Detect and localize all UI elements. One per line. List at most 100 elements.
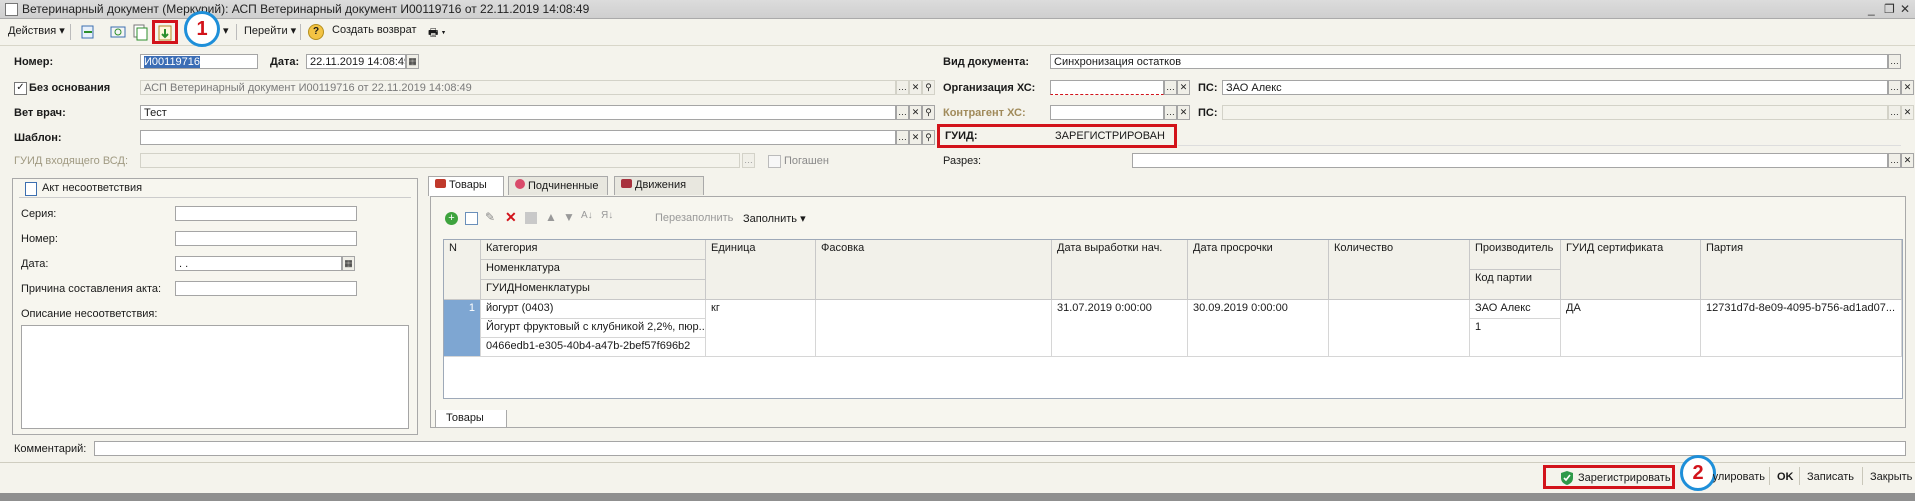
vet-search-icon[interactable]: ⚲: [922, 105, 935, 120]
table-cell-producer[interactable]: ЗАО Алекс: [1470, 300, 1561, 319]
refill-button[interactable]: Перезаполнить: [655, 212, 733, 224]
ps2-clear-icon[interactable]: ✕: [1901, 105, 1914, 120]
vet-label: Вет врач:: [14, 107, 66, 119]
table-cell-guid-nomenclature[interactable]: 0466edb1-e305-40b4-a47b-2bef57f696b2: [481, 338, 706, 357]
table-cell-qty[interactable]: [1329, 300, 1470, 357]
ps-clear-icon[interactable]: ✕: [1901, 80, 1914, 95]
doc-kind-field[interactable]: Синхронизация остатков: [1050, 54, 1888, 69]
table-cell-unit[interactable]: кг: [706, 300, 816, 357]
ps2-select-button[interactable]: …: [1888, 105, 1901, 120]
table-cell-packing[interactable]: [816, 300, 1052, 357]
table-cell-batch[interactable]: 12731d7d-8e09-4095-b756-ad1ad07...: [1701, 300, 1902, 357]
template-select-button[interactable]: …: [896, 130, 909, 145]
toolbar-dropdown-arrow[interactable]: ▾: [223, 24, 229, 37]
col-header-producer[interactable]: Производитель: [1470, 240, 1561, 270]
tab-subordinate[interactable]: Подчиненные: [508, 176, 608, 195]
act-date-field[interactable]: . .: [175, 256, 342, 271]
table-row-number[interactable]: 1: [444, 300, 481, 357]
guid-field-rest: [1178, 128, 1901, 146]
table-cell-category[interactable]: йогурт (0403): [481, 300, 706, 319]
cancel-button[interactable]: Аннулировать: [1713, 471, 1765, 483]
cut-clear-icon[interactable]: ✕: [1901, 153, 1914, 168]
col-header-packing[interactable]: Фасовка: [816, 240, 1052, 300]
copy-icon[interactable]: [130, 22, 150, 42]
goto-menu[interactable]: Перейти ▾: [244, 24, 296, 37]
date-field[interactable]: 22.11.2019 14:08:49: [306, 54, 406, 69]
move-down-icon[interactable]: ▼: [563, 210, 575, 224]
comment-field[interactable]: [94, 441, 1906, 456]
copy-row-icon[interactable]: [465, 212, 478, 225]
counterparty-field[interactable]: [1050, 105, 1164, 120]
table-cell-cert-guid[interactable]: ДА: [1561, 300, 1701, 357]
template-clear-icon[interactable]: ✕: [909, 130, 922, 145]
org-clear-icon[interactable]: ✕: [1177, 80, 1190, 95]
sort-asc-icon[interactable]: A↓: [581, 210, 593, 221]
save-button[interactable]: Записать: [1807, 471, 1854, 483]
add-row-icon[interactable]: +: [445, 212, 458, 225]
basis-clear-icon[interactable]: ✕: [909, 80, 922, 95]
calendar-icon[interactable]: ▦: [406, 54, 419, 69]
save-row-icon[interactable]: [525, 212, 537, 224]
vet-field[interactable]: Тест: [140, 105, 896, 120]
col-header-qty[interactable]: Количество: [1329, 240, 1470, 300]
edit-row-icon[interactable]: ✎: [485, 210, 495, 224]
move-up-icon[interactable]: ▲: [545, 210, 557, 224]
restore-icon[interactable]: ❐: [1884, 2, 1895, 16]
act-description-field[interactable]: [21, 325, 409, 429]
tab-goods[interactable]: Товары: [428, 176, 504, 196]
print-icon[interactable]: 🖶 ▾: [428, 24, 446, 43]
col-header-cert-guid[interactable]: ГУИД сертификата: [1561, 240, 1701, 300]
col-header-exp-date[interactable]: Дата просрочки: [1188, 240, 1329, 300]
template-field[interactable]: [140, 130, 896, 145]
act-reason-field[interactable]: [175, 281, 357, 296]
act-number-field[interactable]: [175, 231, 357, 246]
act-series-field[interactable]: [175, 206, 357, 221]
close-window-icon[interactable]: ✕: [1900, 2, 1910, 16]
actions-menu[interactable]: Действия ▾: [8, 24, 65, 37]
table-cell-nomenclature[interactable]: Йогурт фруктовый с клубникой 2,2%, пюр..…: [481, 319, 706, 338]
col-header-unit[interactable]: Единица: [706, 240, 816, 300]
guid-value: ЗАРЕГИСТРИРОВАН: [1055, 130, 1165, 142]
bottom-tab-goods[interactable]: Товары: [435, 410, 507, 428]
vet-select-button[interactable]: …: [896, 105, 909, 120]
sort-desc-icon[interactable]: Я↓: [601, 210, 613, 221]
vet-clear-icon[interactable]: ✕: [909, 105, 922, 120]
print-preview-icon[interactable]: [108, 22, 128, 42]
col-header-prod-date[interactable]: Дата выработки нач.: [1052, 240, 1188, 300]
col-header-nomenclature[interactable]: Номенклатура: [481, 260, 706, 280]
org-field[interactable]: [1050, 80, 1164, 95]
number-field[interactable]: И00119716: [140, 54, 258, 69]
basis-select-button[interactable]: …: [896, 80, 909, 95]
ok-button[interactable]: OK: [1777, 471, 1794, 483]
ps-select-button[interactable]: …: [1888, 80, 1901, 95]
counterparty-clear-icon[interactable]: ✕: [1177, 105, 1190, 120]
register-button[interactable]: Зарегистрировать: [1543, 465, 1675, 489]
cut-select-button[interactable]: …: [1888, 153, 1901, 168]
help-icon[interactable]: ?: [308, 24, 324, 40]
col-header-batch[interactable]: Партия: [1701, 240, 1902, 300]
close-button[interactable]: Закрыть: [1870, 471, 1915, 483]
ps-field[interactable]: ЗАО Алекс: [1222, 80, 1888, 95]
template-search-icon[interactable]: ⚲: [922, 130, 935, 145]
table-cell-batch-code[interactable]: 1: [1470, 319, 1561, 357]
counterparty-select-button[interactable]: …: [1164, 105, 1177, 120]
no-basis-checkbox[interactable]: ✓: [14, 82, 27, 95]
table-cell-exp-date[interactable]: 30.09.2019 0:00:00: [1188, 300, 1329, 357]
post-icon[interactable]: [78, 22, 98, 42]
tab-movements[interactable]: Движения: [614, 176, 704, 195]
cut-field[interactable]: [1132, 153, 1888, 168]
highlighted-exchange-button[interactable]: [152, 20, 178, 44]
fill-button[interactable]: Заполнить ▾: [743, 212, 806, 225]
col-header-guid-nomenclature[interactable]: ГУИДНоменклатуры: [481, 280, 706, 300]
minimize-icon[interactable]: _: [1868, 2, 1875, 16]
col-header-batch-code[interactable]: Код партии: [1470, 270, 1561, 300]
doc-kind-select-button[interactable]: …: [1888, 54, 1901, 69]
create-return-button[interactable]: Создать возврат: [332, 24, 417, 36]
delete-row-icon[interactable]: ✕: [505, 209, 517, 226]
table-cell-prod-date[interactable]: 31.07.2019 0:00:00: [1052, 300, 1188, 357]
org-select-button[interactable]: …: [1164, 80, 1177, 95]
act-calendar-icon[interactable]: ▦: [342, 256, 355, 271]
col-header-n[interactable]: N: [444, 240, 481, 300]
basis-search-icon[interactable]: ⚲: [922, 80, 935, 95]
col-header-category[interactable]: Категория: [481, 240, 706, 260]
